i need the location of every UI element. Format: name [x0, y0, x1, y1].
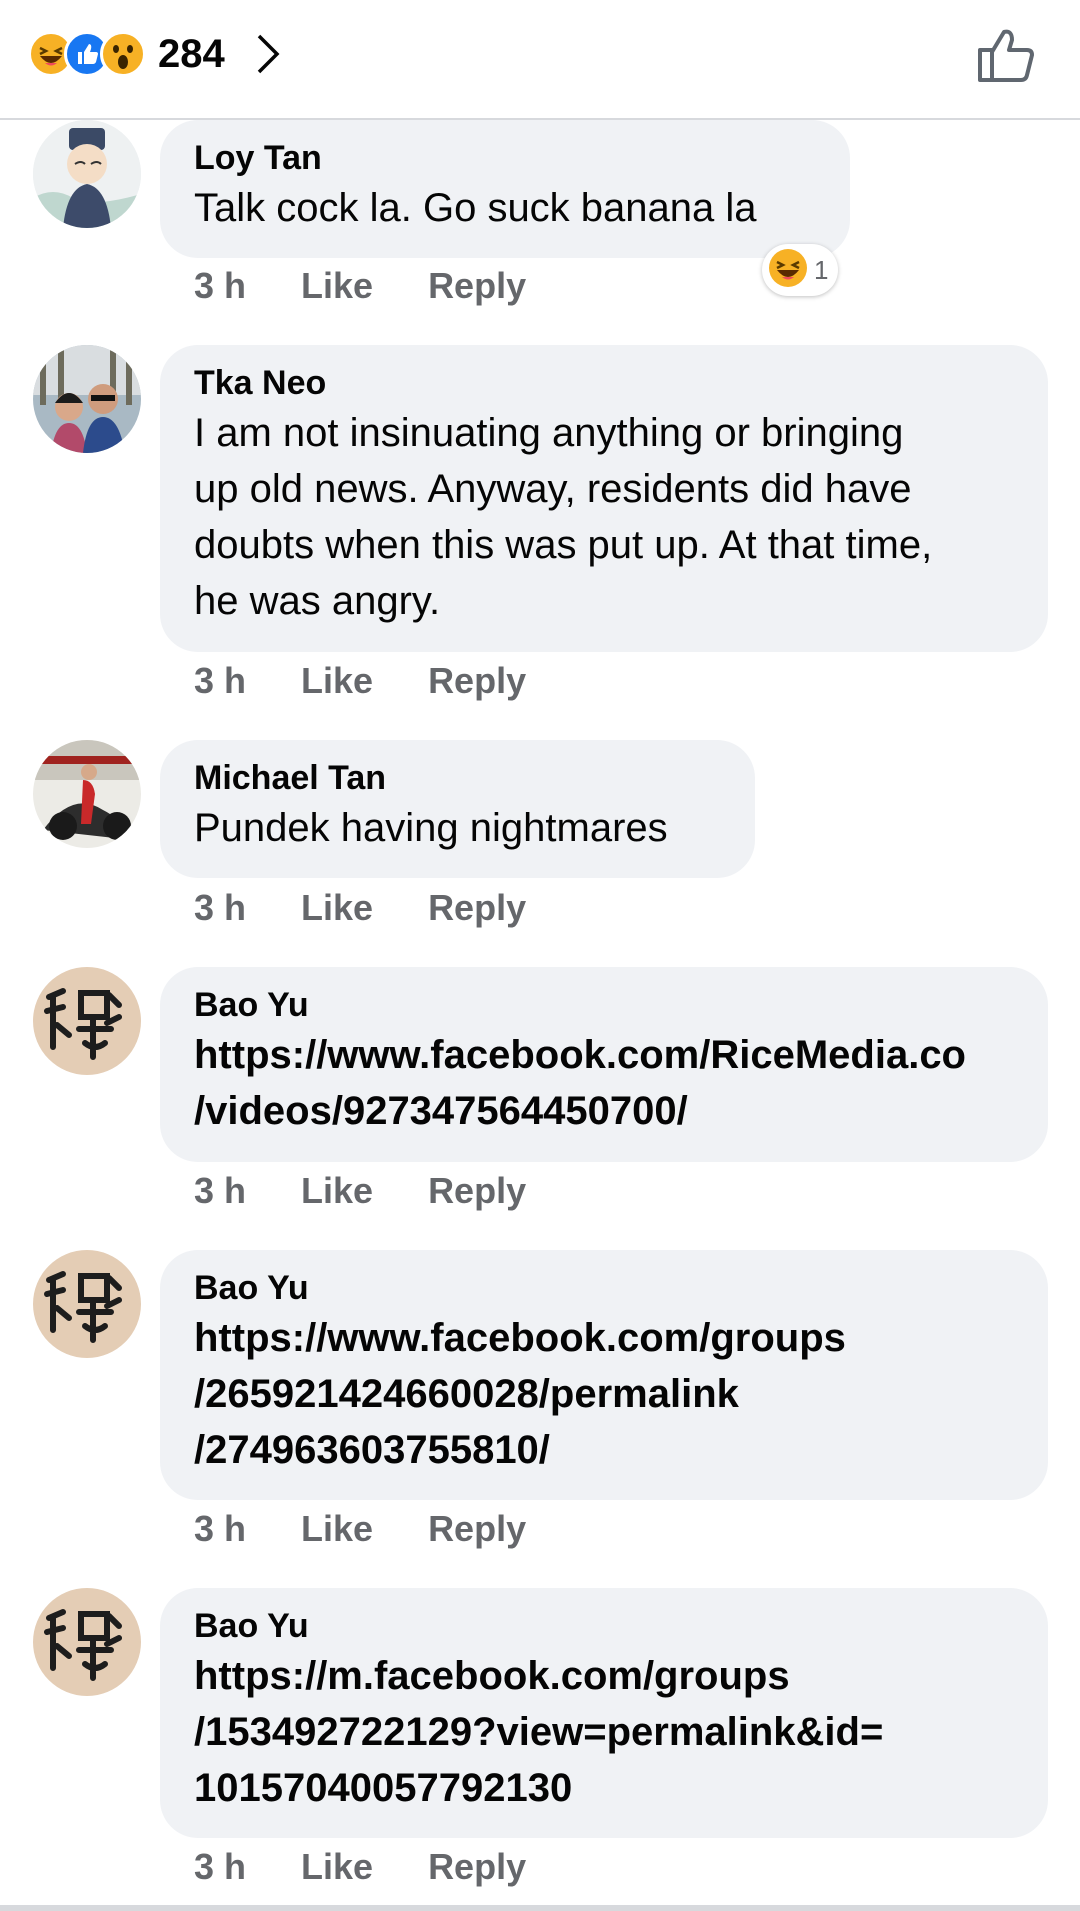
timestamp[interactable]: 3 h — [194, 265, 246, 307]
reaction-count: 284 — [158, 31, 225, 76]
comment-actions: 3 h Like Reply — [194, 660, 581, 702]
like-button[interactable]: Like — [301, 1846, 373, 1888]
commenter-name[interactable]: Bao Yu — [194, 1604, 1014, 1648]
comment-bubble: Loy Tan Talk cock la. Go suck banana la — [160, 120, 850, 258]
comment-reaction-badge[interactable]: 1 — [762, 244, 839, 296]
reply-button[interactable]: Reply — [428, 887, 526, 929]
like-button[interactable]: Like — [301, 887, 373, 929]
commenter-name[interactable]: Tka Neo — [194, 361, 1014, 405]
comment-actions: 3 h Like Reply — [194, 1508, 581, 1550]
avatar[interactable] — [33, 345, 141, 453]
timestamp[interactable]: 3 h — [194, 887, 246, 929]
comment-actions: 3 h Like Reply — [194, 1846, 581, 1888]
like-button[interactable]: Like — [301, 1170, 373, 1212]
haha-icon — [768, 248, 808, 293]
like-button[interactable]: Like — [301, 660, 373, 702]
commenter-name[interactable]: Michael Tan — [194, 756, 721, 800]
comment-link-text[interactable]: https://www.facebook.com/groups /2659214… — [194, 1310, 1014, 1478]
comment-text: Pundek having nightmares — [194, 806, 668, 850]
reaction-summary[interactable]: 284 — [28, 30, 281, 78]
like-button[interactable]: Like — [301, 265, 373, 307]
comment-bubble: Bao Yu https://www.facebook.com/groups /… — [160, 1250, 1048, 1500]
reply-button[interactable]: Reply — [428, 1170, 526, 1212]
reply-button[interactable]: Reply — [428, 660, 526, 702]
divider — [0, 1905, 1080, 1911]
comment-text: I am not insinuating anything or bringin… — [194, 411, 933, 623]
comment-link-text[interactable]: https://www.facebook.com/RiceMedia.co /v… — [194, 1027, 1014, 1139]
timestamp[interactable]: 3 h — [194, 660, 246, 702]
comment-text: Talk cock la. Go suck banana la — [194, 186, 757, 230]
avatar[interactable] — [33, 1250, 141, 1358]
avatar[interactable] — [33, 967, 141, 1075]
comment-bubble: Tka Neo I am not insinuating anything or… — [160, 345, 1048, 652]
avatar[interactable] — [33, 120, 141, 228]
chevron-right-icon[interactable] — [255, 32, 281, 76]
comment-actions: 3 h Like Reply — [194, 265, 581, 307]
commenter-name[interactable]: Loy Tan — [194, 136, 816, 180]
avatar[interactable] — [33, 740, 141, 848]
comment-bubble: Michael Tan Pundek having nightmares — [160, 740, 755, 878]
comment-bubble: Bao Yu https://www.facebook.com/RiceMedi… — [160, 967, 1048, 1162]
comment-bubble: Bao Yu https://m.facebook.com/groups /15… — [160, 1588, 1048, 1838]
thumbs-up-icon[interactable] — [976, 26, 1036, 84]
comment-actions: 3 h Like Reply — [194, 1170, 581, 1212]
avatar[interactable] — [33, 1588, 141, 1696]
timestamp[interactable]: 3 h — [194, 1846, 246, 1888]
reactions-header: 284 — [0, 0, 1080, 120]
reply-button[interactable]: Reply — [428, 265, 526, 307]
wow-icon — [100, 31, 146, 77]
reaction-count: 1 — [814, 254, 829, 285]
commenter-name[interactable]: Bao Yu — [194, 983, 1014, 1027]
reply-button[interactable]: Reply — [428, 1508, 526, 1550]
timestamp[interactable]: 3 h — [194, 1170, 246, 1212]
reply-button[interactable]: Reply — [428, 1846, 526, 1888]
comment-link-text[interactable]: https://m.facebook.com/groups /153492722… — [194, 1648, 1014, 1816]
timestamp[interactable]: 3 h — [194, 1508, 246, 1550]
like-button[interactable]: Like — [301, 1508, 373, 1550]
commenter-name[interactable]: Bao Yu — [194, 1266, 1014, 1310]
comment-actions: 3 h Like Reply — [194, 887, 581, 929]
